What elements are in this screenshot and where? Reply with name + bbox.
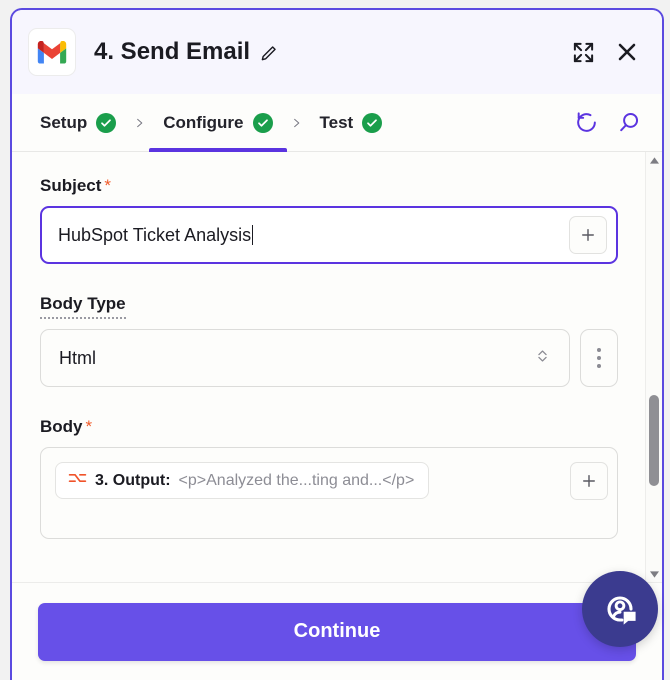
subject-input-text: HubSpot Ticket Analysis	[58, 225, 251, 245]
body-input[interactable]: 3. Output: <p>Analyzed the...ting and...…	[40, 447, 618, 539]
variable-token-preview: <p>Analyzed the...ting and...</p>	[179, 472, 415, 490]
more-vertical-icon	[597, 364, 601, 368]
search-icon[interactable]	[612, 94, 644, 151]
tab-test-label: Test	[320, 113, 354, 133]
body-field-block: Body* 3. Output:	[40, 417, 618, 539]
refresh-icon[interactable]	[570, 94, 602, 151]
check-circle-icon	[96, 113, 116, 133]
modal-header: 4. Send Email	[12, 10, 662, 94]
body-label: Body*	[40, 417, 92, 437]
text-caret	[252, 225, 253, 245]
caret-up-icon[interactable]	[646, 152, 662, 168]
continue-button[interactable]: Continue	[38, 603, 636, 661]
tab-setup-label: Setup	[40, 113, 87, 133]
breadcrumb-separator	[275, 94, 318, 151]
subject-label-text: Subject	[40, 176, 101, 195]
form-scrollbar[interactable]	[645, 152, 662, 582]
check-circle-icon	[253, 113, 273, 133]
tab-test[interactable]: Test	[318, 94, 385, 151]
body-type-field-block: Body Type Html	[40, 294, 618, 387]
transform-icon	[68, 470, 87, 491]
close-icon[interactable]	[610, 35, 644, 69]
subject-label: Subject*	[40, 176, 111, 196]
body-type-select[interactable]: Html	[40, 329, 570, 387]
tabbar-spacer	[384, 94, 560, 151]
required-marker: *	[104, 176, 111, 195]
body-type-value: Html	[59, 348, 534, 369]
subject-field-block: Subject* HubSpot Ticket Analysis	[40, 176, 618, 264]
body-type-more-options-button[interactable]	[580, 329, 618, 387]
expand-icon[interactable]	[566, 35, 600, 69]
subject-input[interactable]: HubSpot Ticket Analysis	[40, 206, 618, 264]
tab-setup[interactable]: Setup	[38, 94, 118, 151]
variable-token-label: 3. Output:	[95, 472, 171, 490]
page-title: 4. Send Email	[94, 38, 250, 66]
pencil-icon[interactable]	[260, 43, 279, 62]
gmail-icon	[28, 28, 76, 76]
send-email-modal: 4. Send Email Setup	[10, 8, 664, 680]
required-marker: *	[86, 417, 93, 436]
scrollbar-track[interactable]	[646, 168, 662, 566]
tab-configure[interactable]: Configure	[161, 94, 274, 151]
breadcrumb-separator	[118, 94, 161, 151]
body-type-row: Html	[40, 329, 618, 387]
form-content: Subject* HubSpot Ticket Analysis Body Ty…	[40, 152, 618, 582]
support-chat-icon[interactable]	[582, 571, 658, 647]
caret-down-icon[interactable]	[646, 566, 662, 582]
form-scroll-area: Subject* HubSpot Ticket Analysis Body Ty…	[12, 152, 662, 582]
check-circle-icon	[362, 113, 382, 133]
subject-add-variable-button[interactable]	[569, 216, 607, 254]
more-vertical-icon	[597, 356, 601, 360]
body-type-label: Body Type	[40, 294, 126, 319]
body-add-variable-button[interactable]	[570, 462, 608, 500]
tab-configure-label: Configure	[163, 113, 243, 133]
more-vertical-icon	[597, 348, 601, 352]
chevron-updown-icon	[534, 345, 551, 372]
body-label-text: Body	[40, 417, 83, 436]
scrollbar-thumb[interactable]	[649, 395, 659, 487]
modal-footer: Continue	[12, 582, 662, 680]
wizard-tab-bar: Setup Configure Test	[12, 94, 662, 152]
variable-token[interactable]: 3. Output: <p>Analyzed the...ting and...…	[55, 462, 429, 499]
